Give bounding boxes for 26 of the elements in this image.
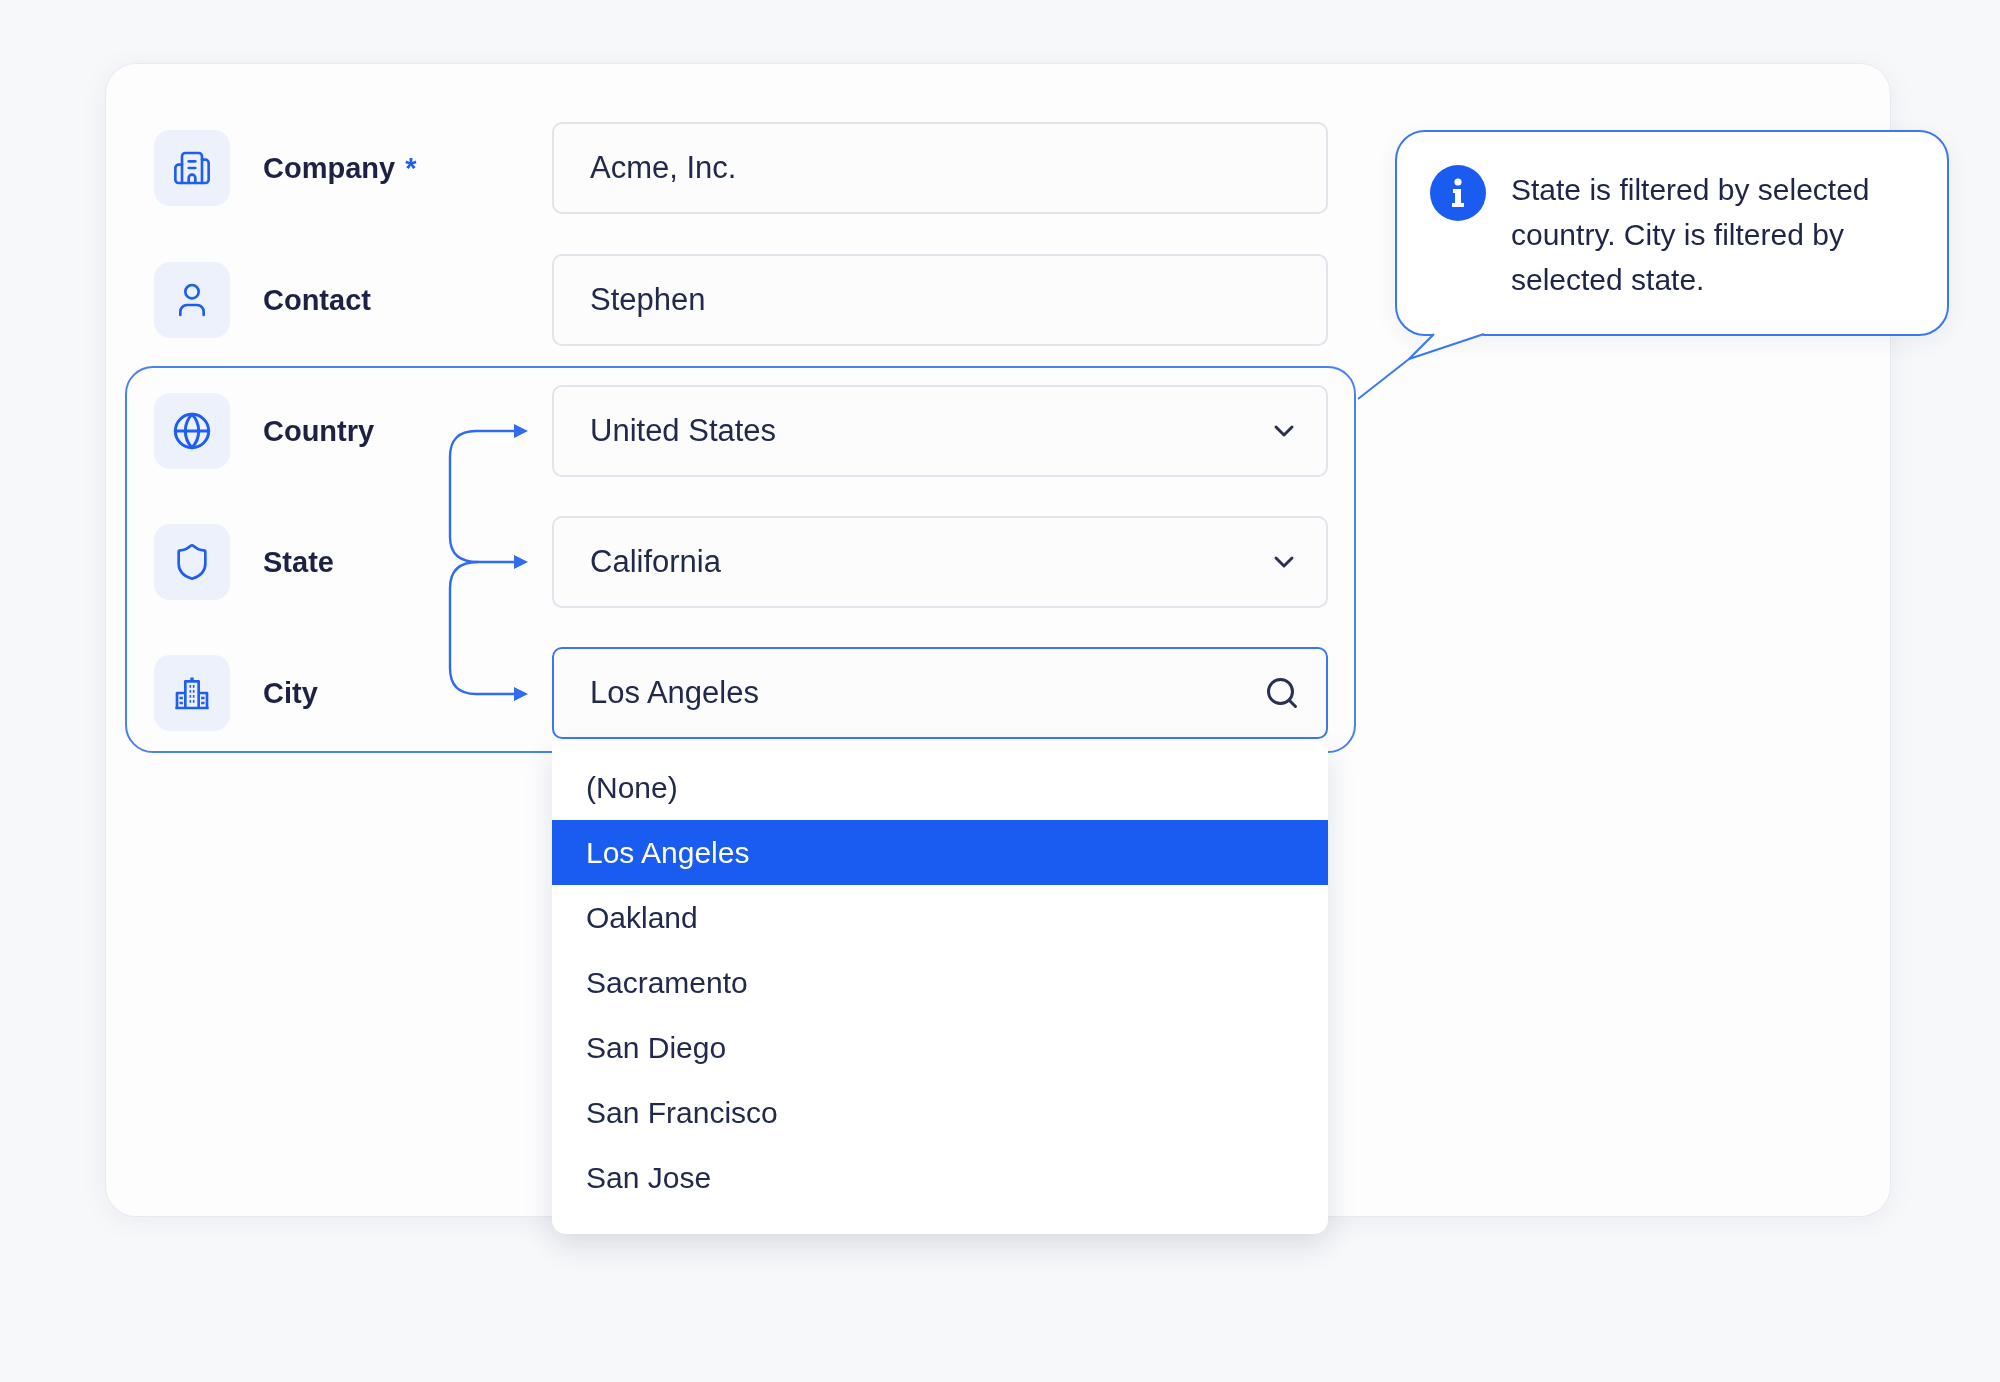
shield-icon (154, 524, 230, 600)
callout-text: State is filtered by selected country. City is filtered by selected state. (1511, 172, 1871, 298)
dropdown-option[interactable]: Los Angeles (552, 820, 1328, 885)
required-asterisk: * (405, 151, 417, 185)
select-field[interactable]: California (552, 516, 1328, 608)
info-icon (1430, 165, 1486, 221)
dropdown-option[interactable]: Oakland (552, 885, 1328, 950)
field-label: City (263, 676, 318, 710)
dropdown-option[interactable]: San Diego (552, 1015, 1328, 1080)
search-field[interactable]: Los Angeles (552, 647, 1328, 739)
text-field[interactable]: Acme, Inc. (552, 122, 1328, 214)
field-label: Contact (263, 283, 371, 317)
globe-icon (154, 393, 230, 469)
field-label: Country (263, 414, 375, 448)
building-icon (154, 130, 230, 206)
dropdown-option[interactable]: Sacramento (552, 950, 1328, 1015)
dropdown-option[interactable]: San Jose (552, 1145, 1328, 1210)
buildings-icon (154, 655, 230, 731)
search-icon (1264, 675, 1300, 711)
dropdown-option[interactable]: (None) (552, 755, 1328, 820)
select-field[interactable]: United States (552, 385, 1328, 477)
person-icon (154, 262, 230, 338)
text-field[interactable]: Stephen (552, 254, 1328, 346)
field-label: Company (263, 151, 396, 185)
field-label: State (263, 545, 334, 579)
dropdown-option[interactable]: San Francisco (552, 1080, 1328, 1145)
